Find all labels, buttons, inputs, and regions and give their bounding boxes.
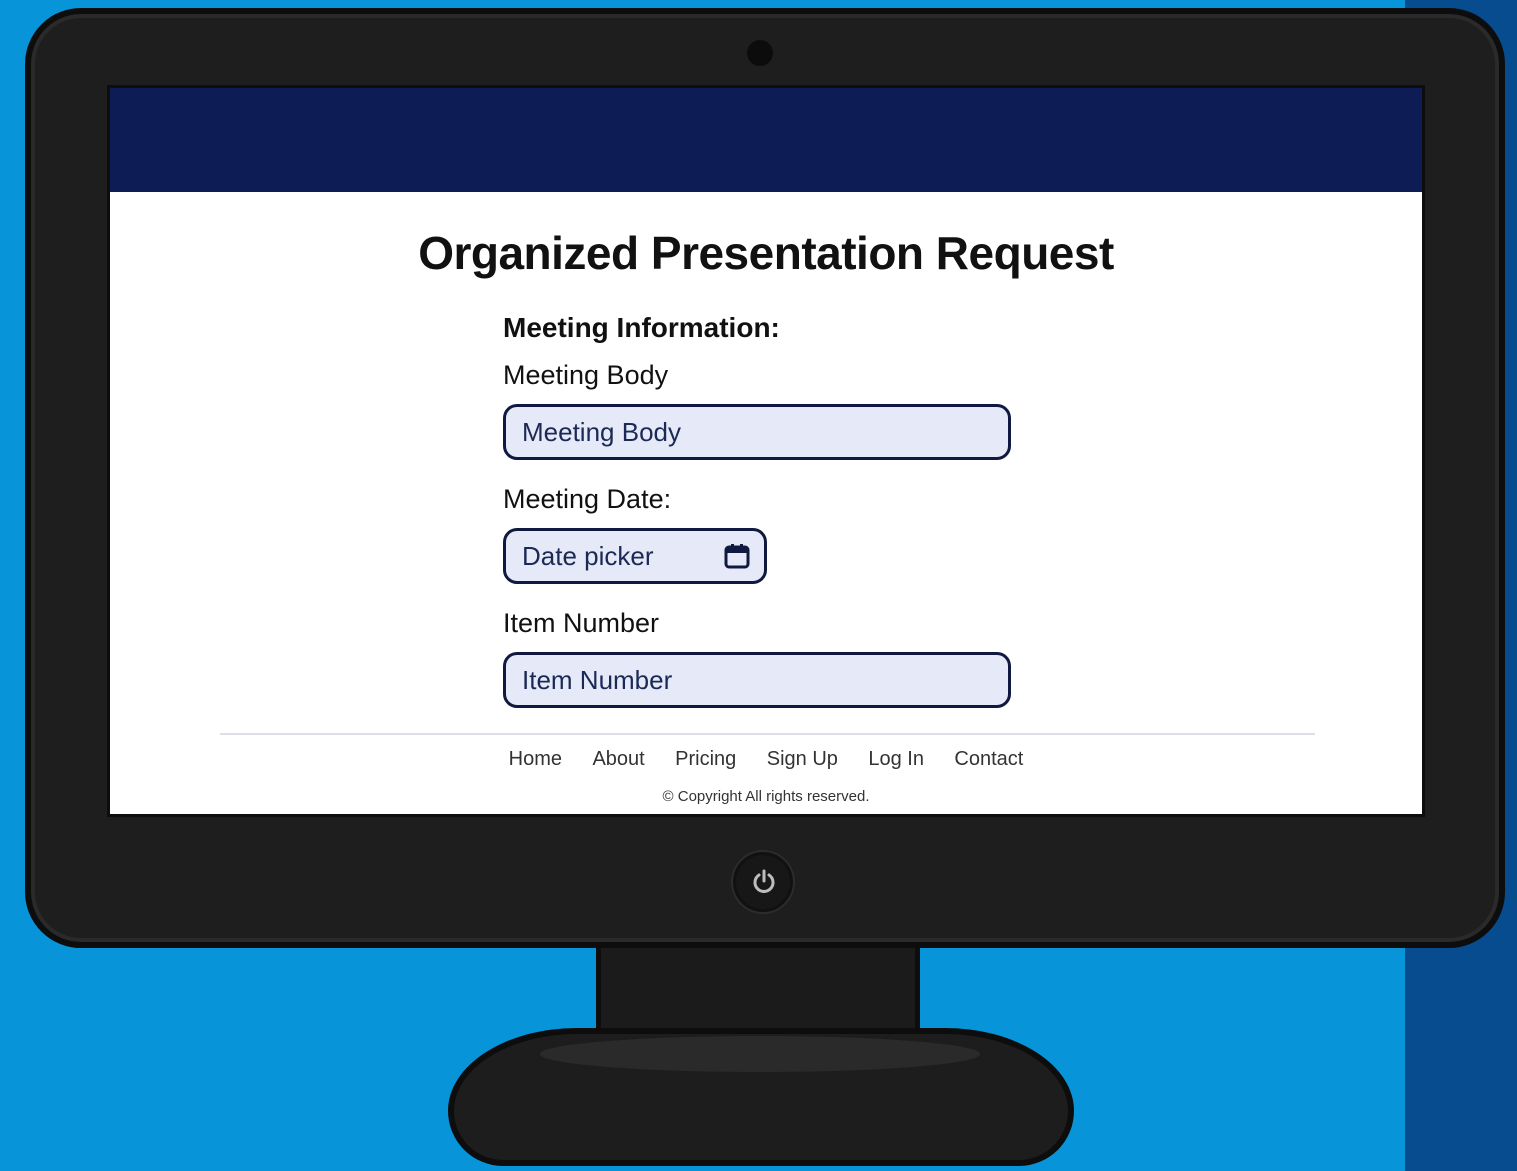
meeting-date-picker[interactable]: Date picker bbox=[503, 528, 767, 584]
section-title: Meeting Information: bbox=[503, 312, 780, 343]
footer-link-pricing[interactable]: Pricing bbox=[675, 748, 736, 771]
presentation-request-form: Meeting Information: Meeting Body Meetin… bbox=[503, 312, 1023, 732]
footer-link-contact[interactable]: Contact bbox=[954, 748, 1023, 771]
screen: Organized Presentation Request Meeting I… bbox=[107, 85, 1425, 817]
footer-link-sign-up[interactable]: Sign Up bbox=[767, 748, 838, 771]
page-title: Organized Presentation Request bbox=[418, 227, 1114, 279]
footer-link-about[interactable]: About bbox=[592, 748, 644, 771]
power-icon bbox=[753, 869, 775, 893]
footer-link-log-in[interactable]: Log In bbox=[868, 748, 924, 771]
site-header bbox=[110, 88, 1422, 192]
item-number-input[interactable] bbox=[503, 652, 1011, 708]
footer-nav: Home About Pricing Sign Up Log In Contac… bbox=[110, 748, 1422, 771]
date-picker-placeholder: Date picker bbox=[522, 541, 654, 571]
item-number-label: Item Number bbox=[503, 608, 660, 638]
meeting-date-label: Meeting Date: bbox=[503, 484, 672, 514]
camera-icon bbox=[747, 40, 773, 66]
meeting-body-input[interactable] bbox=[503, 404, 1011, 460]
meeting-body-label: Meeting Body bbox=[503, 360, 669, 390]
footer-divider bbox=[220, 733, 1315, 735]
footer-link-home[interactable]: Home bbox=[509, 748, 562, 771]
copyright-text: © Copyright All rights reserved. bbox=[662, 788, 870, 805]
monitor-base-top bbox=[540, 1036, 980, 1072]
calendar-icon[interactable] bbox=[724, 543, 750, 574]
power-button[interactable] bbox=[733, 852, 793, 912]
